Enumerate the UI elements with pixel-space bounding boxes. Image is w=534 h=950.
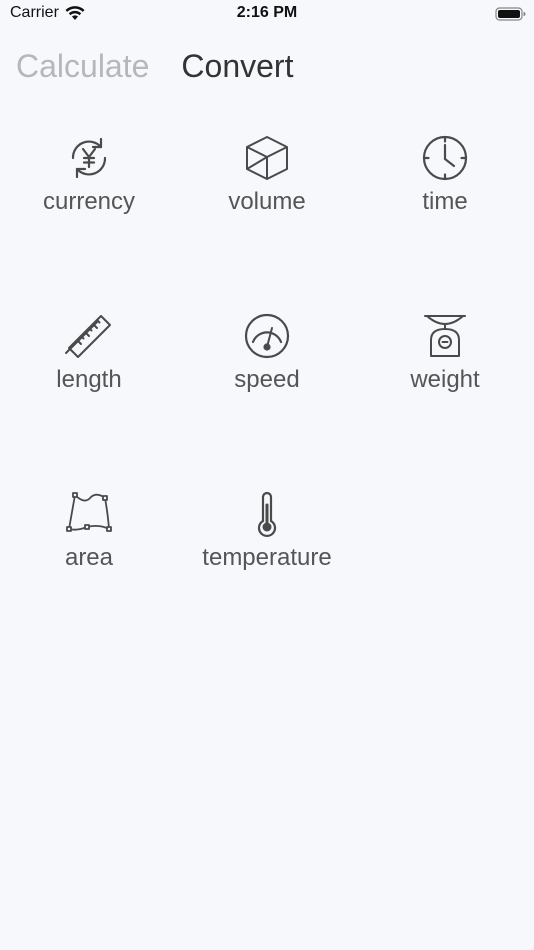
area-shape-icon — [66, 492, 112, 532]
clock-icon — [422, 135, 468, 181]
category-label: weight — [410, 366, 480, 393]
status-bar: Carrier 2:16 PM — [0, 0, 534, 30]
category-volume[interactable]: volume — [178, 128, 356, 248]
home-indicator — [0, 940, 534, 950]
category-area[interactable]: area — [0, 484, 178, 604]
cube-icon — [246, 136, 288, 180]
category-label: volume — [228, 188, 306, 215]
category-currency[interactable]: currency — [0, 128, 178, 248]
category-label: currency — [42, 188, 136, 215]
category-label: speed — [234, 366, 300, 393]
category-speed[interactable]: speed — [178, 306, 356, 426]
category-label: temperature — [202, 544, 332, 571]
tab-convert[interactable]: Convert — [181, 48, 293, 85]
tab-calculate[interactable]: Calculate — [16, 48, 149, 85]
currency-exchange-icon — [71, 137, 107, 179]
category-time[interactable]: time — [356, 128, 534, 248]
scale-icon — [424, 315, 466, 357]
category-label: length — [56, 366, 122, 393]
speedometer-icon — [244, 313, 290, 359]
category-temperature[interactable]: temperature — [178, 484, 356, 604]
category-label: area — [64, 544, 114, 571]
thermometer-icon — [257, 491, 277, 538]
category-weight[interactable]: weight — [356, 306, 534, 426]
battery-icon — [495, 7, 526, 21]
category-label: time — [422, 188, 468, 215]
mode-tabs: Calculate Convert — [16, 44, 325, 88]
category-length[interactable]: length — [0, 306, 178, 426]
status-time: 2:16 PM — [236, 4, 298, 21]
ruler-icon — [65, 315, 111, 358]
